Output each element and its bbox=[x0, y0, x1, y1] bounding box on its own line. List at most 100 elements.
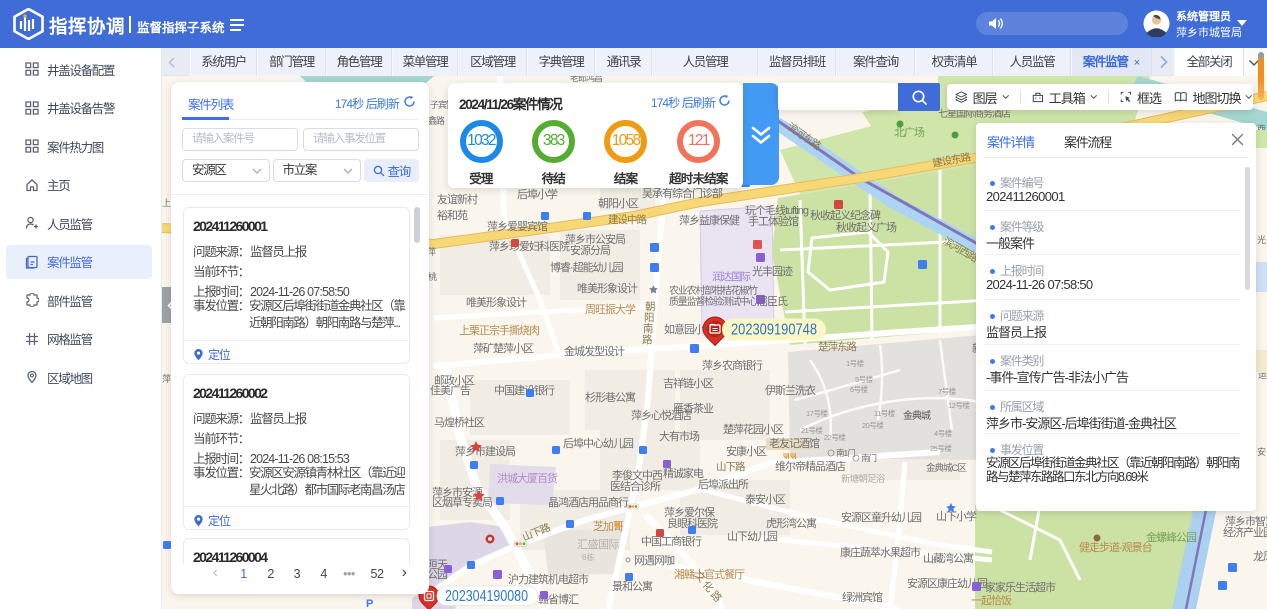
svg-text:光丰园迹: 光丰园迹 bbox=[752, 264, 793, 278]
svg-text:李俊文中西: 李俊文中西 bbox=[612, 468, 663, 482]
svg-text:中国工商银行: 中国工商银行 bbox=[641, 534, 702, 548]
svg-text:佳美广告: 佳美广告 bbox=[430, 383, 471, 397]
svg-text:安源分局: 安源分局 bbox=[570, 243, 611, 257]
svg-text:润达国际: 润达国际 bbox=[712, 270, 750, 283]
svg-text:山下幼儿园: 山下幼儿园 bbox=[727, 530, 778, 543]
svg-text:维尔帝精品酒店: 维尔帝精品酒店 bbox=[775, 459, 846, 473]
svg-text:医结合诊所: 医结合诊所 bbox=[610, 479, 661, 493]
svg-text:家家乐生活超市: 家家乐生活超市 bbox=[985, 580, 1056, 594]
svg-text:洪城大厦百货: 洪城大厦百货 bbox=[497, 471, 558, 485]
svg-text:金城发型设计: 金城发型设计 bbox=[564, 344, 625, 358]
svg-text:周旺振大学: 周旺振大学 bbox=[585, 302, 636, 316]
svg-text:景和公寓: 景和公寓 bbox=[612, 579, 653, 593]
svg-text:萍矿楚萍小区: 萍矿楚萍小区 bbox=[473, 341, 534, 355]
svg-text:金典城C区: 金典城C区 bbox=[926, 462, 967, 474]
svg-text:202304190080: 202304190080 bbox=[445, 588, 528, 605]
svg-text:吉祥链小区: 吉祥链小区 bbox=[663, 376, 714, 390]
svg-text:萍: 萍 bbox=[162, 374, 171, 384]
svg-text:萍乡市建设局: 萍乡市建设局 bbox=[455, 444, 516, 458]
svg-text:雁香茶业: 雁香茶业 bbox=[673, 402, 714, 415]
svg-text:屈臣氏: 屈臣氏 bbox=[757, 295, 788, 308]
svg-text:萍乡益康保健: 萍乡益康保健 bbox=[679, 213, 740, 227]
svg-text:马煌桥社区: 马煌桥社区 bbox=[434, 415, 485, 429]
svg-text:朝阳小区: 朝阳小区 bbox=[598, 197, 639, 210]
svg-text:楚萍东路: 楚萍东路 bbox=[818, 340, 857, 353]
svg-text:山藏湾公寓: 山藏湾公寓 bbox=[923, 551, 974, 565]
svg-text:山下小学: 山下小学 bbox=[936, 509, 977, 523]
svg-text:上栗正宗手撕烧肉: 上栗正宗手撕烧肉 bbox=[459, 323, 539, 337]
svg-text:1号楼: 1号楼 bbox=[846, 358, 865, 368]
svg-text:12号楼: 12号楼 bbox=[948, 400, 970, 410]
svg-text:萍乡珍爱妇科医院: 萍乡珍爱妇科医院 bbox=[489, 239, 570, 253]
svg-text:萍乡市智慧: 萍乡市智慧 bbox=[1225, 514, 1267, 528]
svg-text:25号楼: 25号楼 bbox=[930, 443, 952, 453]
svg-text:区烟草专卖局: 区烟草专卖局 bbox=[432, 495, 493, 509]
svg-text:大有市场: 大有市场 bbox=[659, 429, 700, 443]
svg-text:沪力建筑机电超市: 沪力建筑机电超市 bbox=[508, 572, 589, 586]
svg-text:17号楼: 17号楼 bbox=[806, 408, 828, 418]
svg-text:安康小区: 安康小区 bbox=[726, 444, 767, 458]
svg-text:11号楼: 11号楼 bbox=[874, 408, 896, 418]
svg-text:光: 光 bbox=[1257, 234, 1266, 245]
svg-text:萍乡市公安局: 萍乡市公安局 bbox=[565, 232, 626, 246]
svg-text:路: 路 bbox=[642, 333, 653, 346]
svg-text:博睿·超能幼儿园: 博睿·超能幼儿园 bbox=[550, 260, 624, 274]
svg-text:21号楼: 21号楼 bbox=[801, 425, 823, 435]
svg-text:中国建设银行: 中国建设银行 bbox=[494, 383, 555, 397]
svg-text:P: P bbox=[366, 598, 373, 609]
svg-text:友谊新村: 友谊新村 bbox=[437, 192, 478, 206]
svg-text:质量监督检验测试中心: 质量监督检验测试中心 bbox=[669, 295, 758, 308]
svg-text:202309190748: 202309190748 bbox=[731, 322, 817, 339]
svg-text:20号楼: 20号楼 bbox=[862, 420, 884, 430]
svg-text:南门: 南门 bbox=[861, 453, 877, 463]
svg-text:裕和苑: 裕和苑 bbox=[437, 209, 468, 222]
svg-text:唯美形象设计: 唯美形象设计 bbox=[466, 296, 527, 309]
svg-text:玩个毛线tufting: 玩个毛线tufting bbox=[745, 203, 809, 217]
svg-text:鑫路: 鑫路 bbox=[428, 115, 445, 126]
svg-text:4号楼: 4号楼 bbox=[934, 428, 953, 438]
svg-text:湘赣士官式餐厅: 湘赣士官式餐厅 bbox=[674, 567, 745, 581]
svg-text:龙凤: 龙凤 bbox=[1253, 550, 1267, 563]
svg-text:秋收起义广场: 秋收起义广场 bbox=[836, 220, 897, 234]
svg-text:泰安小区: 泰安小区 bbox=[745, 492, 786, 506]
svg-text:金典城: 金典城 bbox=[903, 409, 931, 422]
svg-text:6栋: 6栋 bbox=[582, 552, 594, 562]
svg-text:22号楼: 22号楼 bbox=[824, 432, 846, 442]
svg-text:晶鸿酒店用品商行: 晶鸿酒店用品商行 bbox=[548, 495, 629, 509]
svg-text:农业农村部柑桔花椒竹: 农业农村部柑桔花椒竹 bbox=[669, 284, 758, 297]
svg-text:网遇网咖: 网遇网咖 bbox=[634, 553, 675, 567]
svg-text:楚萍花园小区: 楚萍花园小区 bbox=[723, 422, 784, 436]
svg-text:后埠小学: 后埠小学 bbox=[517, 187, 558, 201]
svg-text:桃: 桃 bbox=[428, 271, 437, 282]
svg-text:山下路: 山下路 bbox=[716, 460, 746, 473]
svg-text:吴承有综合门诊部: 吴承有综合门诊部 bbox=[642, 186, 723, 200]
svg-text:唯美形象设计: 唯美形象设计 bbox=[577, 282, 638, 295]
svg-text:后埠派出所: 后埠派出所 bbox=[698, 477, 749, 491]
svg-text:南1门: 南1门 bbox=[836, 448, 855, 458]
svg-text:虎形湾公寓: 虎形湾公寓 bbox=[766, 516, 817, 530]
svg-text:健走步道-观景台: 健走步道-观景台 bbox=[1079, 540, 1153, 554]
svg-text:5号楼: 5号楼 bbox=[855, 374, 874, 384]
svg-text:安源区童升幼儿园: 安源区童升幼儿园 bbox=[841, 510, 922, 524]
svg-text:萍乡爱婴宾馆: 萍乡爱婴宾馆 bbox=[487, 219, 548, 233]
svg-text:秋收起义纪念碑: 秋收起义纪念碑 bbox=[810, 208, 881, 222]
svg-text:伊斯兰洗衣: 伊斯兰洗衣 bbox=[765, 383, 816, 397]
svg-text:汇盛国际: 汇盛国际 bbox=[577, 537, 619, 551]
svg-text:建设中路: 建设中路 bbox=[608, 213, 647, 226]
svg-text:一起恰饭: 一起恰饭 bbox=[971, 593, 1012, 607]
svg-text:新塘朝足浴: 新塘朝足浴 bbox=[841, 473, 886, 485]
svg-text:手工体验馆: 手工体验馆 bbox=[748, 214, 799, 228]
svg-text:后埠中心幼儿园: 后埠中心幼儿园 bbox=[563, 436, 634, 450]
svg-text:老友记酒馆: 老友记酒馆 bbox=[769, 436, 820, 450]
svg-text:经济产业园区: 经济产业园区 bbox=[1223, 525, 1267, 539]
svg-text:金螺峰公园: 金螺峰公园 bbox=[1146, 530, 1197, 544]
svg-text:萍乡爱尔保: 萍乡爱尔保 bbox=[664, 505, 715, 519]
svg-text:7号楼: 7号楼 bbox=[938, 386, 957, 396]
svg-text:上: 上 bbox=[162, 198, 171, 208]
svg-text:萍乡农商银行: 萍乡农商银行 bbox=[702, 358, 763, 372]
svg-text:精诚家电: 精诚家电 bbox=[663, 466, 704, 480]
svg-text:绿洲宾馆: 绿洲宾馆 bbox=[842, 590, 883, 604]
svg-text:康庄蔬萃水果超市: 康庄蔬萃水果超市 bbox=[840, 545, 921, 559]
svg-text:6号楼: 6号楼 bbox=[850, 384, 869, 394]
svg-text:安: 安 bbox=[1257, 446, 1266, 457]
